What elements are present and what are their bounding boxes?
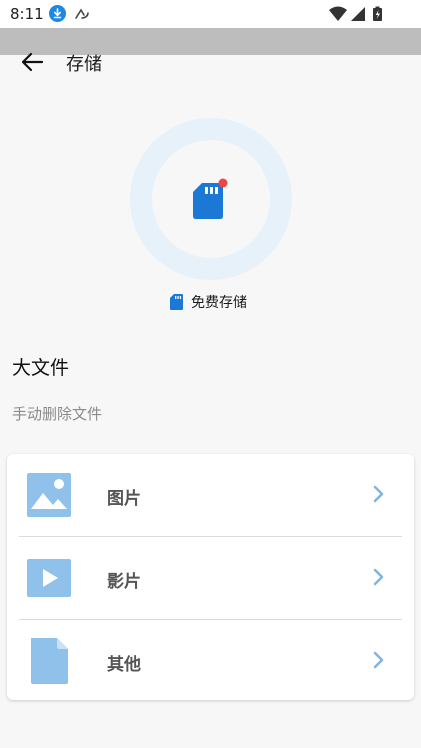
category-row-videos[interactable]: 影片: [7, 537, 414, 619]
chevron-right-icon: [373, 651, 384, 669]
system-status-icons: [329, 6, 382, 21]
download-icon: [49, 5, 66, 22]
file-icon: [31, 638, 68, 684]
signal-icon: [351, 7, 365, 21]
section-title: 大文件: [12, 357, 70, 379]
notification-app-icon: [75, 8, 89, 19]
storage-ring: [130, 118, 292, 280]
back-arrow-icon[interactable]: [18, 48, 46, 76]
free-storage-label: 免费存储: [191, 295, 247, 311]
alert-dot: [218, 178, 228, 188]
sd-card-small-icon: [170, 294, 183, 310]
category-label: 影片: [107, 572, 141, 592]
file-category-card: 图片 影片 其他: [7, 454, 414, 700]
category-row-other[interactable]: 其他: [7, 620, 414, 702]
battery-icon: [373, 6, 382, 21]
status-bar: 8:11: [0, 0, 421, 28]
status-time: 8:11: [10, 5, 44, 23]
chevron-right-icon: [373, 485, 384, 503]
chevron-right-icon: [373, 568, 384, 586]
category-label: 图片: [107, 489, 141, 509]
sd-card-icon: [193, 183, 223, 219]
section-subtitle: 手动删除文件: [12, 405, 103, 423]
app-bar: 存储: [0, 40, 421, 84]
category-row-images[interactable]: 图片: [7, 454, 414, 536]
wifi-icon: [329, 6, 347, 21]
page-title: 存储: [66, 54, 102, 75]
storage-label-row: 免费存储: [170, 292, 247, 312]
video-icon: [27, 559, 71, 597]
category-label: 其他: [107, 655, 141, 675]
image-icon: [27, 473, 71, 517]
